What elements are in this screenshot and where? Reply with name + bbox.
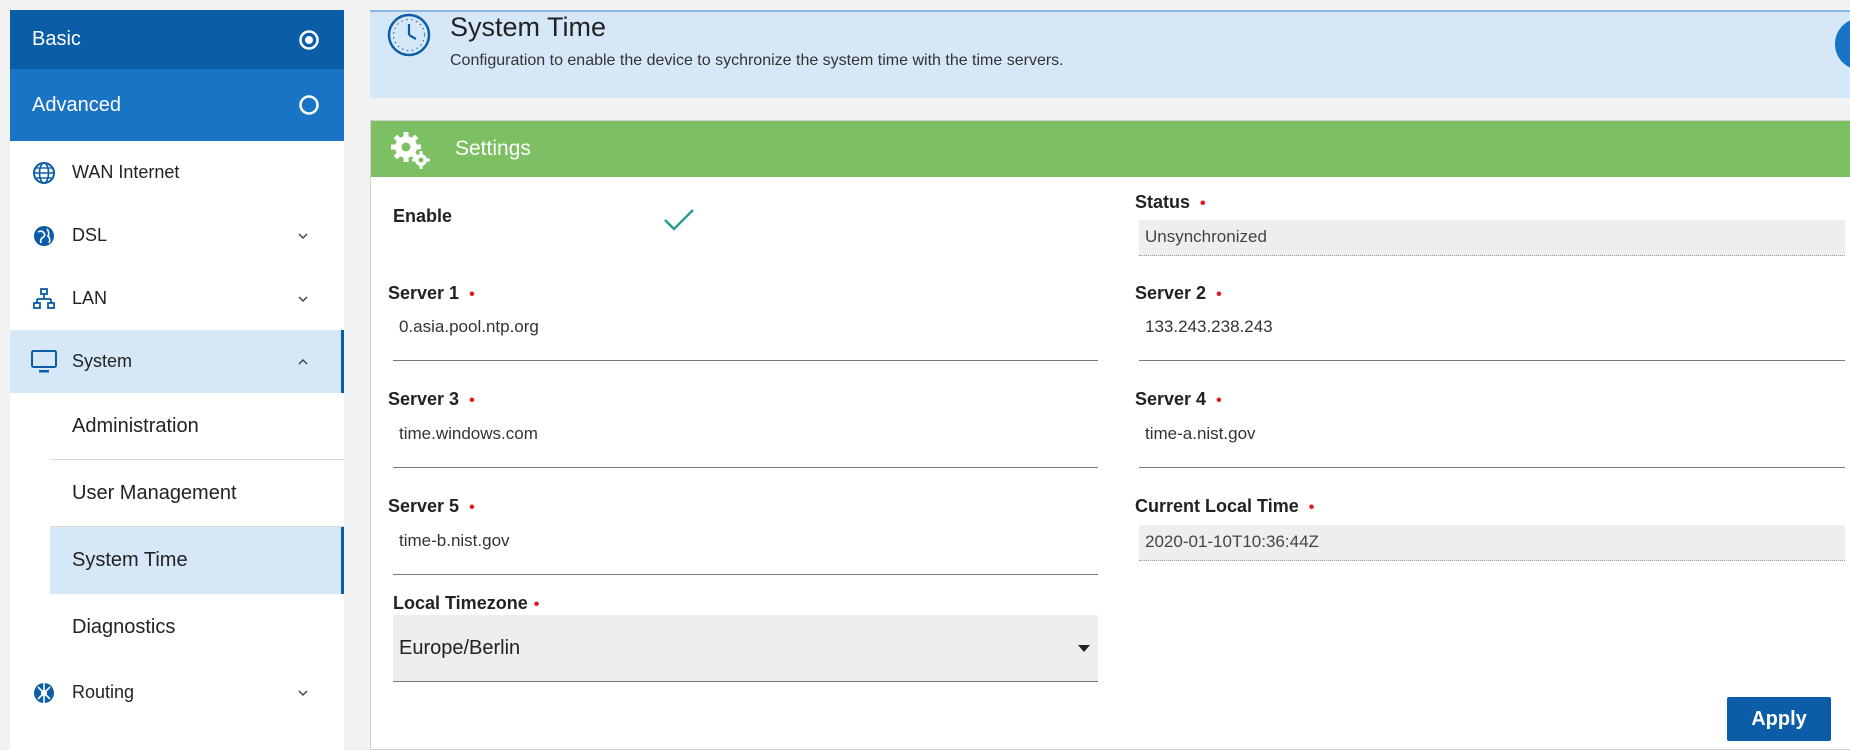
server3-label-text: Server 3 <box>388 389 460 409</box>
timezone-label-text: Local Timezone <box>393 593 528 613</box>
required-marker: • <box>469 286 475 303</box>
basic-mode-button[interactable]: Basic <box>10 10 344 69</box>
sidebar-subitem-system-time[interactable]: System Time <box>50 527 344 594</box>
clock-icon <box>387 13 431 57</box>
radio-unselected-icon <box>299 95 319 115</box>
local-time-value: 2020-01-10T10:36:44Z <box>1139 525 1845 561</box>
page-description: Configuration to enable the device to sy… <box>450 52 1064 69</box>
timezone-label: Local Timezone • <box>393 593 539 614</box>
sidebar-item-label: LAN <box>72 288 108 308</box>
advanced-mode-label: Advanced <box>32 93 121 116</box>
routing-icon <box>30 679 58 707</box>
settings-card-header: Settings <box>371 121 1850 177</box>
enable-label: Enable <box>393 206 453 226</box>
sidebar-item-label: Routing <box>72 682 135 702</box>
chevron-up-icon <box>298 358 308 365</box>
settings-card: Settings Enable Status • Unsynchronized S… <box>370 120 1850 750</box>
sidebar-subitem-label: Administration <box>72 414 199 437</box>
required-marker: • <box>469 392 475 409</box>
server3-input[interactable]: time.windows.com <box>393 412 1098 468</box>
server2-label: Server 2 • <box>1135 283 1222 304</box>
chevron-down-icon <box>298 295 308 302</box>
dropdown-arrow-icon <box>1078 645 1090 652</box>
status-label-text: Status <box>1135 192 1191 212</box>
sidebar-subitem-administration[interactable]: Administration <box>50 393 344 460</box>
sidebar-item-system[interactable]: System <box>10 330 344 393</box>
sidebar-item-dsl[interactable]: DSL <box>10 204 344 267</box>
server1-input[interactable]: 0.asia.pool.ntp.org <box>393 305 1098 361</box>
server5-label: Server 5 • <box>388 496 475 517</box>
required-marker: • <box>1200 195 1206 212</box>
sidebar-item-wan-internet[interactable]: WAN Internet <box>10 141 344 204</box>
sidebar-subitem-label: User Management <box>72 481 237 504</box>
page-header: System Time Configuration to enable the … <box>370 10 1850 98</box>
basic-mode-label: Basic <box>32 28 81 50</box>
sidebar-subitem-diagnostics[interactable]: Diagnostics <box>50 594 344 661</box>
radio-selected-icon <box>299 29 319 50</box>
local-time-label-text: Current Local Time <box>1135 496 1299 516</box>
required-marker: • <box>1308 499 1315 516</box>
settings-card-title: Settings <box>455 137 531 160</box>
server5-input[interactable]: time-b.nist.gov <box>393 519 1098 575</box>
sidebar-subitem-user-management[interactable]: User Management <box>50 460 344 527</box>
status-value: Unsynchronized <box>1139 220 1845 256</box>
sidebar-item-routing[interactable]: Routing <box>10 661 344 724</box>
required-marker: • <box>1216 286 1222 303</box>
server5-label-text: Server 5 <box>388 496 460 516</box>
sidebar-item-label: System <box>72 351 133 371</box>
chevron-down-icon <box>298 689 308 696</box>
sidebar-subitem-label: Diagnostics <box>72 616 176 638</box>
globe-icon <box>30 159 58 187</box>
sidebar: Basic Advanced WAN Internet DSL LAN Syst… <box>10 10 344 750</box>
server3-label: Server 3 • <box>388 389 475 410</box>
sidebar-item-label: WAN Internet <box>72 162 180 182</box>
gears-icon <box>391 132 430 169</box>
globe-network-icon <box>30 222 58 250</box>
local-time-label: Current Local Time • <box>1135 496 1314 517</box>
server4-label-text: Server 4 <box>1135 389 1207 409</box>
help-button[interactable] <box>1835 18 1850 70</box>
sidebar-subitem-label: System Time <box>72 549 188 571</box>
page-title: System Time <box>450 12 607 42</box>
required-marker: • <box>1216 392 1222 409</box>
enable-checkmark-icon[interactable] <box>662 207 696 233</box>
network-icon <box>30 285 58 313</box>
status-label: Status • <box>1135 192 1206 213</box>
server2-label-text: Server 2 <box>1135 283 1207 303</box>
required-marker: • <box>533 596 540 613</box>
apply-button[interactable]: Apply <box>1727 697 1831 741</box>
server2-input[interactable]: 133.243.238.243 <box>1139 305 1845 361</box>
chevron-down-icon <box>298 232 308 239</box>
server4-label: Server 4 • <box>1135 389 1222 410</box>
sidebar-item-label: DSL <box>72 225 108 245</box>
monitor-icon <box>30 348 58 376</box>
server4-input[interactable]: time-a.nist.gov <box>1139 412 1845 468</box>
advanced-mode-button[interactable]: Advanced <box>10 69 344 141</box>
timezone-select[interactable]: Europe/Berlin <box>393 615 1098 682</box>
server1-label-text: Server 1 <box>388 283 460 303</box>
required-marker: • <box>469 499 475 516</box>
server1-label: Server 1 • <box>388 283 475 304</box>
timezone-selected-value: Europe/Berlin <box>399 637 521 659</box>
sidebar-item-lan[interactable]: LAN <box>10 267 344 330</box>
